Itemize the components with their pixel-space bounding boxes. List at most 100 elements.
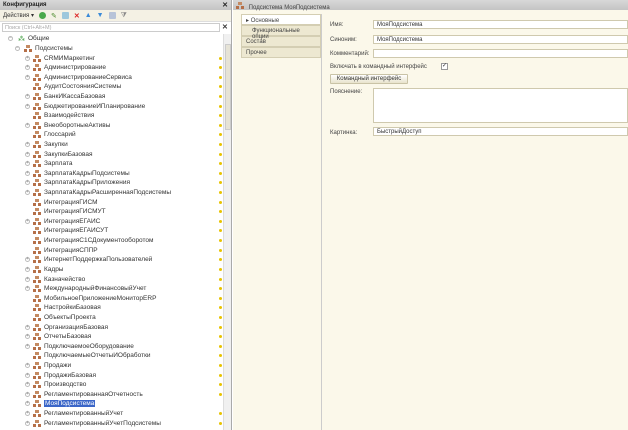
name-field[interactable]: МояПодсистема <box>373 20 628 29</box>
scrollbar-thumb[interactable] <box>225 44 231 130</box>
tree-item[interactable]: ИнтеграцияСППР <box>0 245 222 255</box>
tree-item[interactable]: + ПродажиБазовая <box>0 370 222 380</box>
collapse-icon[interactable]: − <box>15 45 20 51</box>
tree-item[interactable]: + Кадры <box>0 265 222 275</box>
tree-item[interactable]: + CRMИМаркетинг <box>0 53 222 63</box>
tree-item[interactable]: + ВнеоборотныеАктивы <box>0 120 222 130</box>
move-down-icon[interactable]: ▼ <box>97 12 104 19</box>
search-input[interactable]: Поиск (Ctrl+Alt+M) <box>2 23 220 32</box>
expand-icon[interactable]: + <box>25 324 30 330</box>
tree-label: Казначейство <box>44 275 86 283</box>
tree-item[interactable]: + ЗарплатаКадрыРасширеннаяПодсистемы <box>0 188 222 198</box>
expand-icon[interactable]: + <box>25 411 30 417</box>
expand-icon[interactable]: + <box>25 122 30 128</box>
expand-icon[interactable]: + <box>25 74 30 80</box>
expand-icon[interactable]: + <box>25 170 30 176</box>
tree-toolbar: Действия ▾ ✎ ✕ ▲ ▼ ⧩ <box>0 10 231 22</box>
delete-icon[interactable]: ✕ <box>74 12 80 20</box>
expand-icon[interactable]: + <box>25 401 30 407</box>
tab-other[interactable]: Прочее <box>241 47 321 58</box>
tree-item[interactable]: + ПодключаемоеОборудование <box>0 342 222 352</box>
copy-icon[interactable] <box>61 12 69 19</box>
support-marker-icon <box>219 239 222 243</box>
clear-search-icon[interactable]: ✕ <box>222 23 228 31</box>
filter-icon[interactable]: ⧩ <box>121 12 127 20</box>
sort-icon[interactable] <box>108 12 116 19</box>
expand-icon[interactable]: + <box>25 142 30 147</box>
synonym-field[interactable]: МояПодсистема <box>373 35 628 44</box>
tree-item[interactable]: + Продажи <box>0 361 222 371</box>
tree-root-common[interactable]: − ⁂ Общие <box>0 34 222 44</box>
tree-item[interactable]: + ЗакупкиБазовая <box>0 149 222 159</box>
tree-item[interactable]: + ОрганизацияБазовая <box>0 322 222 332</box>
expand-icon[interactable]: + <box>25 363 30 369</box>
comment-field[interactable] <box>373 49 628 58</box>
tree-item[interactable]: ОбъектыПроекта <box>0 313 222 323</box>
picture-field[interactable]: БыстрыйДоступ <box>373 127 628 136</box>
tree-item[interactable]: + ОтчетыБазовая <box>0 332 222 342</box>
expand-icon[interactable]: + <box>25 65 30 71</box>
subsystem-icon <box>33 160 41 168</box>
expand-icon[interactable]: + <box>25 151 30 157</box>
tree-group-subsystems[interactable]: − Подсистемы <box>0 44 222 54</box>
expand-icon[interactable]: + <box>25 55 30 61</box>
tab-main[interactable]: ▸ Основные <box>241 14 321 25</box>
support-marker-icon <box>219 248 222 252</box>
expand-icon[interactable]: + <box>25 180 30 186</box>
collapse-icon[interactable]: − <box>8 36 13 42</box>
tree-item[interactable]: + Закупки <box>0 140 222 150</box>
tree-item[interactable]: ИнтеграцияЕГАИСУТ <box>0 226 222 236</box>
tree-item[interactable]: + Казначейство <box>0 274 222 284</box>
tree-item[interactable]: МобильноеПриложениеМониторERP <box>0 293 222 303</box>
tree-item[interactable]: НастройкиБазовая <box>0 303 222 313</box>
expand-icon[interactable]: + <box>25 93 30 99</box>
expand-icon[interactable]: + <box>25 266 30 272</box>
expand-icon[interactable]: + <box>25 372 30 378</box>
tree-item[interactable]: + БюджетированиеИПланирование <box>0 101 222 111</box>
close-icon[interactable]: ✕ <box>222 1 228 9</box>
expand-icon[interactable]: + <box>25 276 30 282</box>
actions-menu[interactable]: Действия ▾ <box>3 12 34 19</box>
expand-icon[interactable]: + <box>25 218 30 224</box>
command-interface-button[interactable]: Командный интерфейс <box>330 74 408 84</box>
tab-functional-options[interactable]: Функциональные опции <box>241 25 321 40</box>
tree-item[interactable]: Взаимодействия <box>0 111 222 121</box>
expand-icon[interactable]: + <box>25 190 30 196</box>
tree-item[interactable]: + ЗарплатаКадрыПриложения <box>0 178 222 188</box>
add-icon[interactable] <box>38 12 46 19</box>
tree-item[interactable]: + РегламентированнаяОтчетность <box>0 390 222 400</box>
tree-item[interactable]: + ИнтернетПоддержкаПользователей <box>0 255 222 265</box>
tree-item[interactable]: + Производство <box>0 380 222 390</box>
expand-icon[interactable]: + <box>25 391 30 397</box>
tree-item[interactable]: + РегламентированныйУчет <box>0 409 222 419</box>
expand-icon[interactable]: + <box>25 103 30 109</box>
expand-icon[interactable]: + <box>25 161 30 167</box>
include-in-command-interface-checkbox[interactable]: ✓ <box>441 63 448 70</box>
move-up-icon[interactable]: ▲ <box>85 12 92 19</box>
tree-item[interactable]: + АдминистрированиеСервиса <box>0 72 222 82</box>
expand-icon[interactable]: + <box>25 343 30 349</box>
expand-icon[interactable]: + <box>25 257 30 263</box>
tree-item[interactable]: Глоссарий <box>0 130 222 140</box>
tree-item[interactable]: ПодключаемыеОтчетыИОбработки <box>0 351 222 361</box>
expand-icon[interactable]: + <box>25 420 30 426</box>
tree-item[interactable]: ИнтеграцияС1СДокументооборотом <box>0 236 222 246</box>
explanation-field[interactable] <box>373 88 628 123</box>
tree-scrollbar[interactable] <box>223 34 231 430</box>
tree-item[interactable]: + МояПодсистема <box>0 399 222 409</box>
edit-icon[interactable]: ✎ <box>51 12 57 20</box>
tree-item[interactable]: + Зарплата <box>0 159 222 169</box>
tree-item[interactable]: + Администрирование <box>0 63 222 73</box>
tree-item[interactable]: АудитСостоянияСистемы <box>0 82 222 92</box>
tree-item[interactable]: + ЗарплатаКадрыПодсистемы <box>0 169 222 179</box>
tree-item[interactable]: + ИнтеграцияЕГАИС <box>0 217 222 227</box>
tree-item[interactable]: + МеждународныйФинансовыйУчет <box>0 284 222 294</box>
expand-icon[interactable]: + <box>25 286 30 292</box>
tree-item[interactable]: ИнтеграцияГИСМ <box>0 197 222 207</box>
support-marker-icon <box>219 210 222 214</box>
expand-icon[interactable]: + <box>25 382 30 388</box>
tree-item[interactable]: + РегламентированныйУчетПодсистемы <box>0 418 222 428</box>
tree-item[interactable]: + БанкИКассаБазовая <box>0 92 222 102</box>
tree-item[interactable]: ИнтеграцияГИСМУТ <box>0 207 222 217</box>
expand-icon[interactable]: + <box>25 334 30 340</box>
